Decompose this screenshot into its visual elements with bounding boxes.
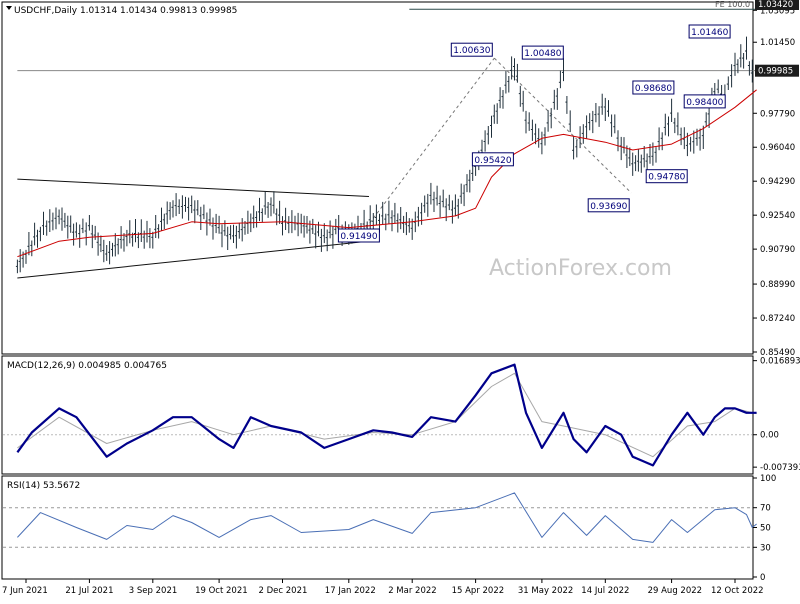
- macd-panel-frame: [1, 355, 754, 475]
- rsi-axis-label: 0: [760, 573, 765, 583]
- chart-title: USDCHF,Daily 1.01314 1.01434 0.99813 0.9…: [14, 6, 237, 16]
- chart-window: ActionForex.com FE 100.0 0.91490 1.00630 1.…: [0, 0, 800, 600]
- price-axis-label: 1.01450: [760, 38, 795, 48]
- annotation-label: 0.94780: [648, 173, 685, 183]
- annotation-label: 1.01460: [691, 28, 728, 38]
- macd-title: MACD(12,26,9) 0.004985 0.004765: [7, 361, 167, 371]
- annotation-label: 0.98400: [686, 98, 723, 108]
- trend-line-upper: [17, 178, 369, 198]
- macd-signal-line: [17, 372, 757, 458]
- watermark: ActionForex.com: [489, 256, 672, 281]
- date-axis-label: 3 Sep 2021: [129, 586, 177, 596]
- price-panel-frame: [1, 1, 754, 355]
- macd-axis-label: 0.00: [760, 431, 779, 441]
- annotation-label: 0.95420: [474, 156, 511, 166]
- price-axis-label: 0.94290: [760, 177, 795, 187]
- macd-line: [16, 363, 757, 467]
- price-axis-label: 0.97790: [760, 109, 795, 119]
- menu-triangle-icon: [6, 6, 12, 10]
- annotation-label: 0.93690: [590, 202, 627, 212]
- current-price-tag-label: 0.99985: [758, 67, 793, 77]
- date-axis-label: 31 May 2022: [518, 586, 573, 596]
- date-axis-label: 17 Jan 2022: [325, 586, 376, 596]
- chart-svg: ActionForex.com FE 100.0 0.91490 1.00630 1.…: [1, 0, 800, 596]
- rsi-axis-label: 100: [760, 474, 776, 484]
- fe-price-tag-label: 1.03420: [758, 0, 793, 10]
- macd-axis-label: -0.007393: [760, 463, 800, 473]
- date-axis-label: 29 Aug 2022: [648, 586, 702, 596]
- rsi-title: RSI(14) 53.5672: [7, 481, 80, 491]
- title-block: USDCHF,Daily 1.01314 1.01434 0.99813 0.9…: [6, 6, 237, 16]
- trend-line-lower: [17, 240, 370, 279]
- price-axis-label: 0.90790: [760, 245, 795, 255]
- price-layer: FE 100.0 0.91490 1.00630 1.00480 0.95420 0.93…: [15, 0, 757, 279]
- axis-layer: 1.030951.014500.977900.960400.942900.925…: [2, 0, 800, 596]
- date-axis-label: 12 Oct 2022: [711, 586, 764, 596]
- date-axis-label: 2 Dec 2021: [259, 586, 308, 596]
- annotation-label: 1.00480: [524, 49, 561, 59]
- annotation-label: 1.00630: [453, 46, 490, 56]
- date-axis-label: 19 Oct 2021: [195, 586, 248, 596]
- price-axis-label: 0.92540: [760, 211, 795, 221]
- annotation-label: 0.98680: [635, 84, 672, 94]
- rsi-line: [17, 492, 757, 543]
- rsi-layer: [3, 492, 757, 548]
- macd-axis-label: 0.016893: [760, 357, 800, 367]
- annotation-label: 0.91490: [340, 232, 377, 242]
- price-axis-label: 0.96040: [760, 143, 795, 153]
- date-axis-label: 2 Mar 2022: [388, 586, 436, 596]
- date-axis-label: 21 Jul 2021: [65, 586, 113, 596]
- price-axis-label: 0.87240: [760, 314, 795, 324]
- rsi-panel-frame: [1, 475, 754, 580]
- dashed-line: [358, 57, 495, 238]
- date-axis-label: 14 Jul 2022: [581, 586, 629, 596]
- date-axis-label: 15 Apr 2022: [452, 586, 505, 596]
- fe-label: FE 100.0: [715, 0, 750, 9]
- price-axis-label: 0.88990: [760, 280, 795, 290]
- rsi-axis-label: 70: [760, 504, 771, 514]
- date-axis-label: 7 Jun 2021: [2, 586, 48, 596]
- rsi-axis-label: 50: [760, 524, 771, 534]
- macd-layer: [3, 363, 757, 467]
- rsi-axis-label: 30: [760, 543, 771, 553]
